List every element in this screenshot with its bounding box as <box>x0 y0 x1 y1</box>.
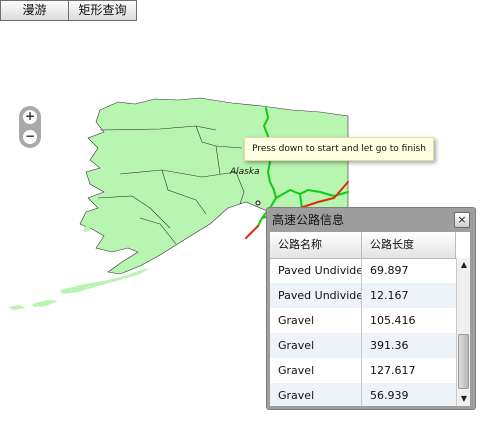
road-length-cell: 127.617 <box>370 364 416 377</box>
road-length-cell: 56.939 <box>370 389 409 402</box>
panel-title: 高速公路信息 <box>272 213 345 227</box>
road-length-cell: 105.416 <box>370 314 416 327</box>
rectangle-query-button[interactable]: 矩形查询 <box>68 0 137 21</box>
road-length-cell: 391.36 <box>370 339 409 352</box>
scroll-thumb[interactable] <box>458 334 469 389</box>
table-row[interactable]: Gravel 391.36 <box>270 333 456 358</box>
highway-info-panel: 高速公路信息 × 公路名称 公路长度 Paved Undivided 69.89… <box>266 207 476 410</box>
road-length-cell: 69.897 <box>370 264 409 277</box>
column-header-road-length[interactable]: 公路长度 <box>362 232 456 258</box>
place-label-alaska: Alaska <box>229 167 260 177</box>
table-row[interactable]: Gravel 127.617 <box>270 358 456 383</box>
table-row[interactable]: Gravel 56.939 <box>270 383 456 406</box>
zoom-in-button[interactable]: + <box>23 110 37 124</box>
road-name-cell: Paved Undivided <box>270 258 362 283</box>
road-name-cell: Gravel <box>270 308 362 333</box>
road-name-cell: Gravel <box>270 383 362 406</box>
zoom-out-button[interactable]: − <box>23 130 37 144</box>
city-marker <box>255 200 261 206</box>
toolbar: 漫游 矩形查询 <box>0 0 137 21</box>
road-name-cell: Paved Undivided <box>270 283 362 308</box>
road-name-cell: Gravel <box>270 358 362 383</box>
road-name-cell: Gravel <box>270 333 362 358</box>
table-row[interactable]: Paved Undivided 69.897 <box>270 258 456 283</box>
table-row[interactable]: Paved Undivided 12.167 <box>270 283 456 308</box>
pan-button[interactable]: 漫游 <box>0 0 69 21</box>
table-body: Paved Undivided 69.897 Paved Undivided 1… <box>270 258 456 406</box>
table-row[interactable]: Gravel 105.416 <box>270 308 456 333</box>
scroll-up-icon[interactable]: ▲ <box>458 258 470 272</box>
close-icon[interactable]: × <box>454 212 470 228</box>
zoom-control: + − <box>19 106 41 148</box>
scroll-down-icon[interactable]: ▼ <box>458 392 470 406</box>
column-header-road-name[interactable]: 公路名称 <box>270 232 362 258</box>
road-length-cell: 12.167 <box>370 289 409 302</box>
table-header: 公路名称 公路长度 <box>270 232 456 259</box>
highway-table: 公路名称 公路长度 Paved Undivided 69.897 Paved U… <box>270 232 470 406</box>
vertical-scrollbar[interactable]: ▲ ▼ <box>456 258 470 406</box>
draw-hint-tooltip: Press down to start and let go to finish <box>244 137 434 161</box>
